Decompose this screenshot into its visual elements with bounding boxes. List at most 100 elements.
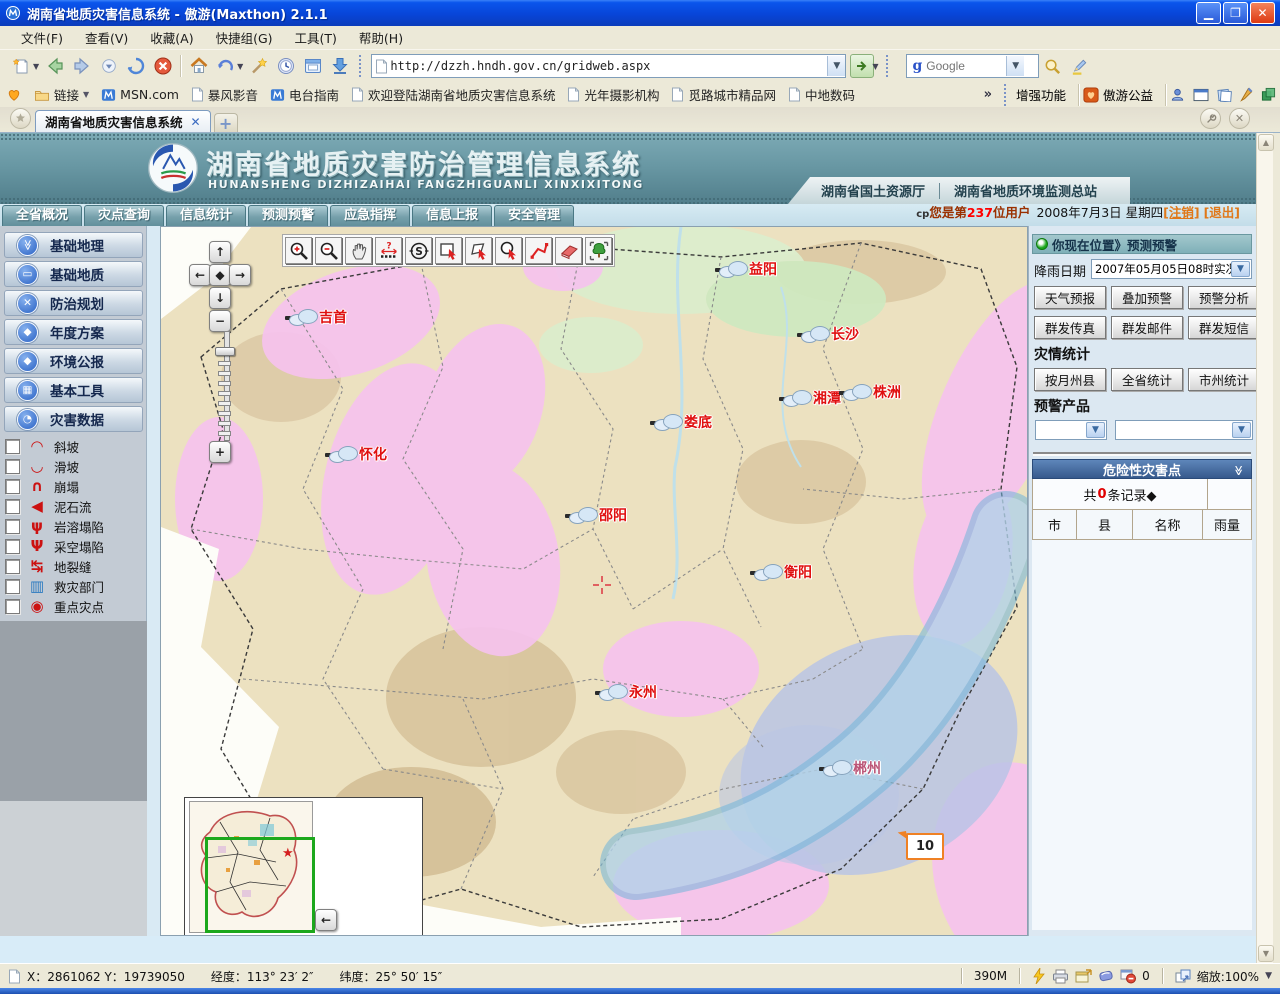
new-window-icon[interactable]: [1075, 969, 1092, 984]
weather-cloud-icon[interactable]: [754, 564, 784, 581]
chevron-down-icon[interactable]: ▼: [237, 62, 243, 71]
resize-page-icon[interactable]: [1175, 969, 1191, 984]
nav-tab[interactable]: 全省概况: [2, 205, 82, 226]
extra-menu-item[interactable]: 增强功能: [1016, 85, 1066, 104]
warning-flag-marker[interactable]: 10: [906, 833, 944, 860]
layer-checkbox[interactable]: [5, 599, 20, 614]
go-button[interactable]: [850, 54, 874, 78]
panel-button[interactable]: 群发传真: [1034, 316, 1106, 339]
menu-item[interactable]: 工具(T): [284, 25, 348, 50]
chevron-down-icon[interactable]: ▼: [1232, 422, 1251, 438]
sidebar-button[interactable]: ▦基本工具: [4, 377, 143, 403]
printer-icon[interactable]: [1052, 969, 1069, 984]
sidebar-button[interactable]: ◆年度方案: [4, 319, 143, 345]
bookmarks-overflow-button[interactable]: »: [984, 87, 992, 102]
refresh-button[interactable]: [122, 53, 149, 79]
popup-blocker-icon[interactable]: [1120, 968, 1136, 984]
layer-checkbox[interactable]: [5, 519, 20, 534]
search-button[interactable]: [1039, 53, 1066, 79]
weather-cloud-icon[interactable]: [569, 507, 599, 524]
bookmark-item[interactable]: 欢迎登陆湖南省地质灾害信息系统: [351, 85, 556, 104]
zoom-out-slider-button[interactable]: −: [209, 310, 231, 332]
ie-mode-button[interactable]: [299, 53, 326, 79]
map-tool-eraser[interactable]: [555, 237, 582, 264]
city-label[interactable]: 郴州: [853, 758, 881, 778]
window-button[interactable]: [1193, 88, 1209, 102]
city-label[interactable]: 娄底: [684, 412, 712, 432]
menu-item[interactable]: 收藏(A): [139, 25, 204, 50]
layer-checkbox[interactable]: [5, 479, 20, 494]
bookmark-item[interactable]: 光年摄影机构: [567, 85, 659, 104]
back-button[interactable]: [41, 53, 68, 79]
menu-item[interactable]: 查看(V): [74, 25, 139, 50]
rain-date-select[interactable]: 2007年05月05日08时实况 ▼: [1091, 259, 1252, 279]
zoom-caret-icon[interactable]: ▼: [1265, 971, 1272, 981]
tab-tools-button[interactable]: [1200, 108, 1221, 129]
overview-map[interactable]: ★: [189, 801, 313, 933]
map-tool-scale[interactable]: S: [405, 237, 432, 264]
map-tool-draw-line[interactable]: [525, 237, 552, 264]
weather-cloud-icon[interactable]: [599, 684, 629, 701]
home-button[interactable]: [185, 53, 212, 79]
stop-button[interactable]: [149, 53, 176, 79]
favorites-heart-button[interactable]: [6, 87, 22, 102]
chevron-down-icon[interactable]: ▼: [33, 62, 39, 71]
weather-cloud-icon[interactable]: [654, 414, 684, 431]
map-tool-select-rect[interactable]: [435, 237, 462, 264]
pan-down-button[interactable]: ↓: [209, 287, 231, 309]
download-button[interactable]: [326, 53, 353, 79]
search-engine-dropdown[interactable]: ▼: [1006, 56, 1024, 76]
pen-button[interactable]: [1240, 87, 1253, 102]
active-tab[interactable]: 湖南省地质灾害信息系统✕: [35, 110, 211, 132]
boost-icon[interactable]: [1032, 968, 1046, 984]
layer-checkbox[interactable]: [5, 439, 20, 454]
map-tool-full-extent[interactable]: [585, 237, 612, 264]
banner-link[interactable]: 湖南省地质环境监测总站: [954, 181, 1097, 200]
nav-tab[interactable]: 灾点查询: [84, 205, 164, 226]
weather-cloud-icon[interactable]: [823, 760, 853, 777]
panel-button[interactable]: 全省统计: [1111, 368, 1183, 391]
exit-link[interactable]: [退出]: [1204, 205, 1240, 220]
bookmark-item[interactable]: MSN.com: [101, 87, 179, 102]
layer-checkbox[interactable]: [5, 539, 20, 554]
zoom-in-slider-button[interactable]: +: [209, 441, 231, 463]
city-label[interactable]: 益阳: [749, 259, 777, 279]
weather-cloud-icon[interactable]: [783, 390, 813, 407]
tab-close-icon[interactable]: ✕: [191, 115, 201, 129]
map-tool-select-polygon[interactable]: [465, 237, 492, 264]
logout-link[interactable]: [注销]: [1163, 205, 1199, 220]
city-label[interactable]: 湘潭: [813, 388, 841, 408]
banner-link[interactable]: 湖南省国土资源厅: [821, 181, 925, 200]
url-input[interactable]: [388, 58, 827, 74]
panel-button[interactable]: 市州统计: [1188, 368, 1256, 391]
zoom-level[interactable]: 缩放:100%: [1197, 968, 1259, 985]
favorites-star-button[interactable]: [10, 108, 31, 129]
map-tool-zoom-out[interactable]: [315, 237, 342, 264]
page-scrollbar[interactable]: ▲ ▼: [1256, 133, 1273, 963]
forward-button[interactable]: [68, 53, 95, 79]
weather-cloud-icon[interactable]: [329, 446, 359, 463]
nav-tab[interactable]: 信息上报: [412, 205, 492, 226]
map-tool-measure[interactable]: ?: [375, 237, 402, 264]
history-button[interactable]: [272, 53, 299, 79]
history-drop-button[interactable]: [95, 53, 122, 79]
menu-item[interactable]: 文件(F): [10, 25, 74, 50]
map-tool-zoom-in[interactable]: [285, 237, 312, 264]
panel-button[interactable]: 预警分析: [1188, 286, 1256, 309]
new-page-button[interactable]: [8, 53, 35, 79]
magic-fill-button[interactable]: [245, 53, 272, 79]
bookmark-item[interactable]: 觅路城市精品网: [671, 85, 776, 104]
minimize-button[interactable]: ▁: [1196, 2, 1221, 24]
url-dropdown-button[interactable]: ▼: [827, 56, 845, 76]
weather-cloud-icon[interactable]: [801, 326, 831, 343]
chevron-down-icon[interactable]: ▼: [872, 62, 878, 71]
panel-button[interactable]: 按月州县: [1034, 368, 1106, 391]
menu-item[interactable]: 帮助(H): [348, 25, 414, 50]
scroll-down-arrow[interactable]: ▼: [1258, 945, 1274, 962]
nav-tab[interactable]: 预测预警: [248, 205, 328, 226]
charity-menu-item[interactable]: 傲游公益: [1083, 85, 1153, 104]
city-label[interactable]: 邵阳: [599, 505, 627, 525]
layer-checkbox[interactable]: [5, 459, 20, 474]
address-bar[interactable]: ▼: [371, 54, 846, 78]
chevron-down-icon[interactable]: ▼: [1231, 261, 1250, 277]
